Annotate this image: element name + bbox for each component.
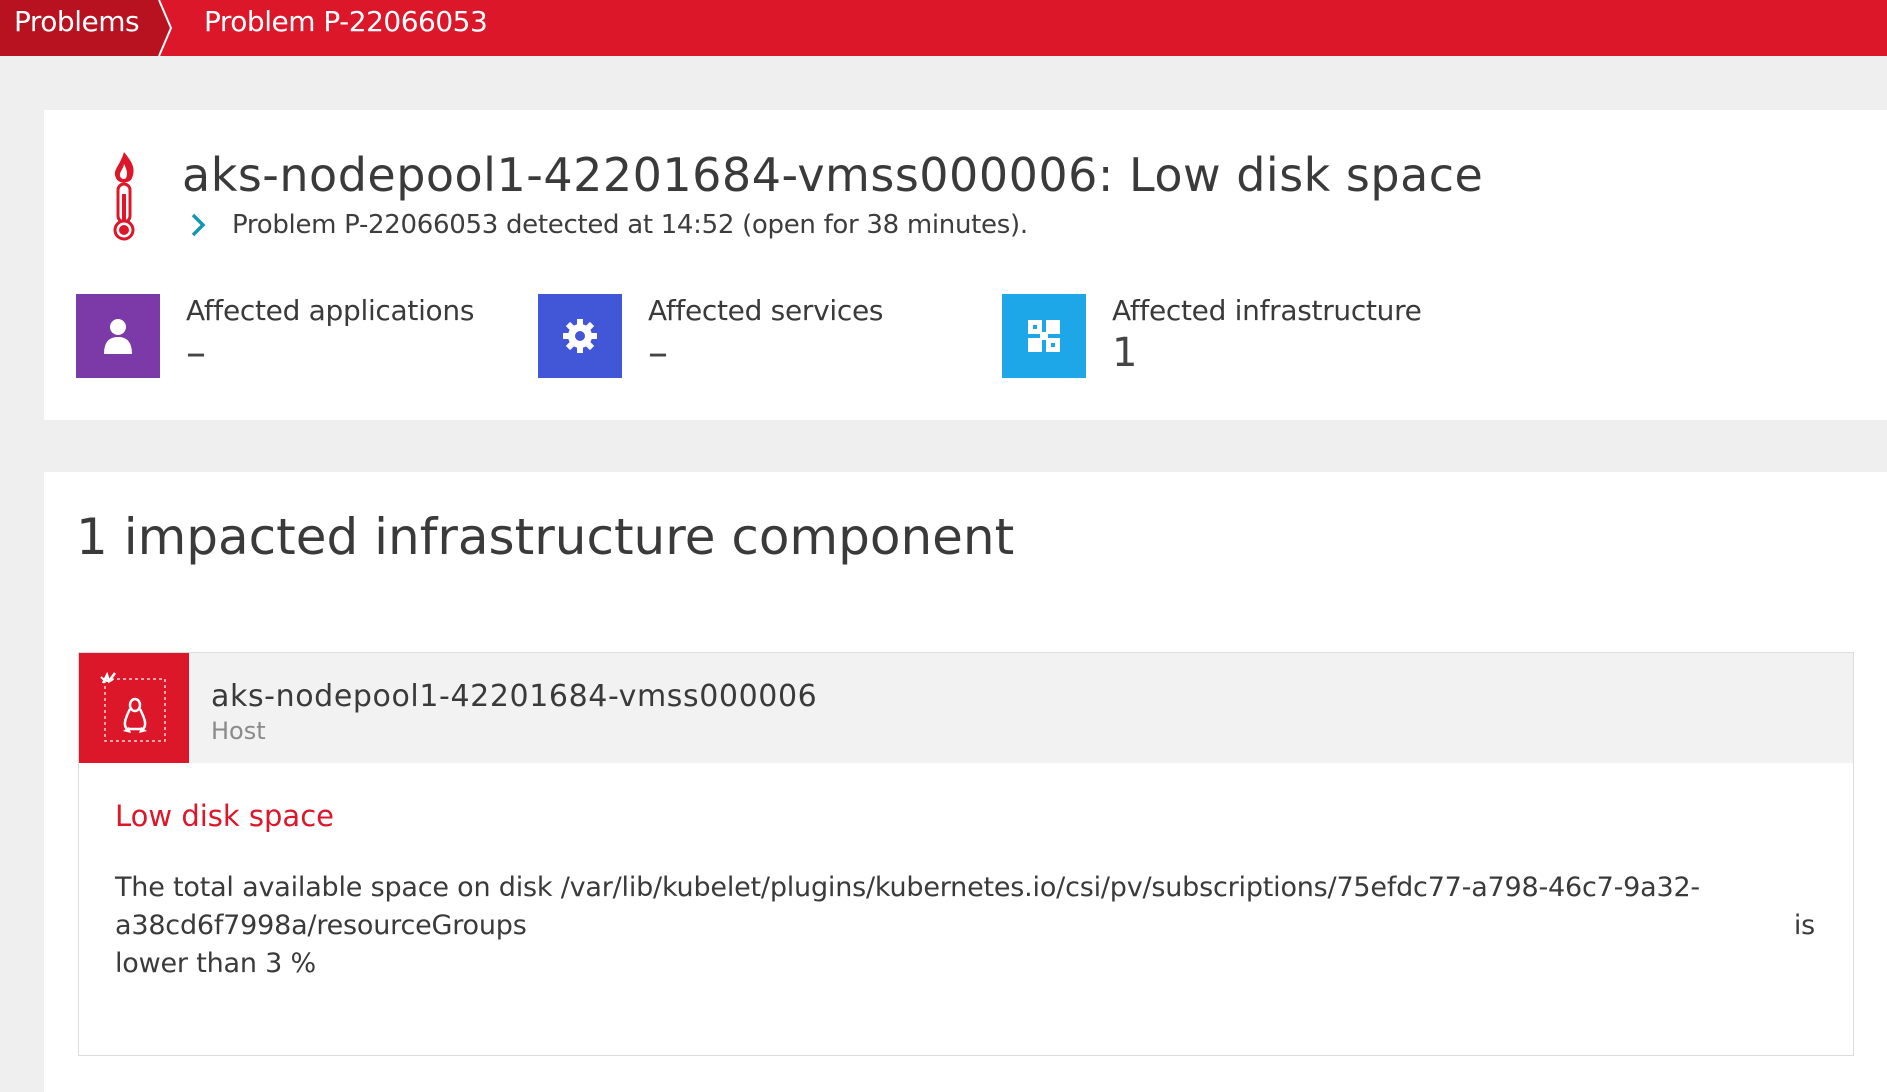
event-description: The total available space on disk /var/l… (115, 869, 1815, 983)
affected-services-value: – (648, 330, 668, 376)
gear-icon (538, 294, 622, 378)
component-type: Host (211, 717, 266, 745)
user-icon (76, 294, 160, 378)
impact-card: 1 impacted infrastructure component aks-… (44, 472, 1887, 1092)
affected-infrastructure-label: Affected infrastructure (1112, 294, 1422, 327)
breadcrumb-problems-link[interactable]: Problems (0, 0, 160, 56)
breadcrumb-current: Problem P-22066053 (204, 5, 488, 38)
event-title[interactable]: Low disk space (115, 799, 334, 833)
breadcrumb-separator-icon (150, 0, 173, 56)
component-name[interactable]: aks-nodepool1-42201684-vmss000006 (211, 679, 817, 714)
description-line-1: The total available space on disk /var/l… (115, 872, 1700, 903)
linux-host-icon (79, 653, 189, 763)
breadcrumb-bar: Problems Problem P-22066053 (0, 0, 1887, 56)
problem-summary-card: aks-nodepool1-42201684-vmss000006: Low d… (44, 110, 1887, 420)
problem-title: aks-nodepool1-42201684-vmss000006: Low d… (182, 148, 1484, 202)
problem-detected-line[interactable]: Problem P-22066053 detected at 14:52 (op… (232, 210, 1028, 240)
affected-applications-value: – (186, 330, 206, 376)
chevron-right-icon[interactable] (188, 210, 210, 240)
component-panel: aks-nodepool1-42201684-vmss000006 Host L… (78, 652, 1854, 1056)
description-line-2: a38cd6f7998a/resourceGroups (115, 910, 527, 941)
description-line-3: lower than 3 % (115, 948, 316, 979)
thermometer-fire-icon (113, 152, 135, 241)
component-header[interactable]: aks-nodepool1-42201684-vmss000006 Host (79, 653, 1853, 763)
impact-title: 1 impacted infrastructure component (76, 508, 1015, 566)
infrastructure-icon (1002, 294, 1086, 378)
description-line-2-tail: is (1793, 910, 1815, 941)
affected-infrastructure-value: 1 (1112, 330, 1138, 376)
affected-applications-label: Affected applications (186, 294, 475, 327)
affected-services-label: Affected services (648, 294, 884, 327)
